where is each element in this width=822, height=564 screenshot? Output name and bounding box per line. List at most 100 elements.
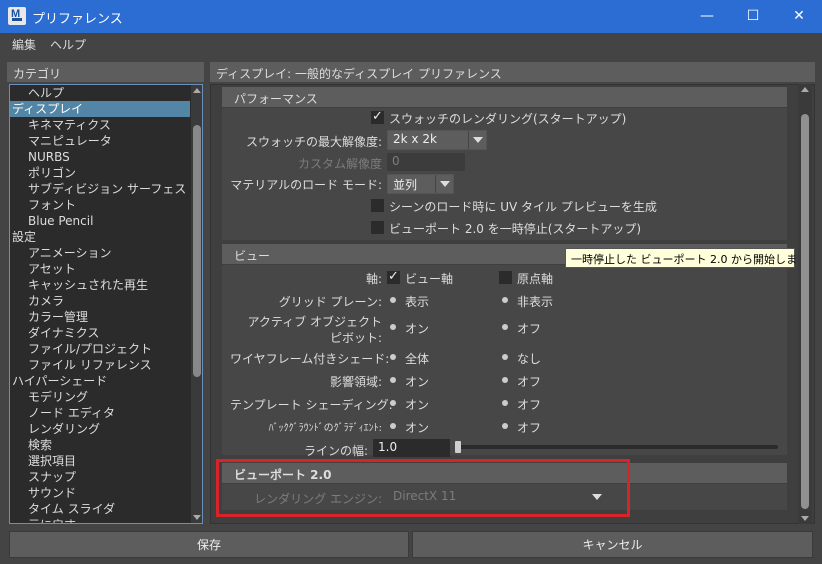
pivot-on-radio[interactable]	[387, 321, 399, 333]
category-item[interactable]: カメラ	[10, 293, 190, 309]
influence-off-label: オフ	[517, 375, 542, 389]
template-off-radio[interactable]	[499, 397, 511, 409]
grid-hide-radio[interactable]	[499, 294, 511, 306]
maximize-button[interactable]: ☐	[730, 0, 776, 33]
category-item[interactable]: 元に戻す	[10, 517, 190, 523]
close-button[interactable]: ✕	[776, 0, 822, 33]
pivot-label-line2: ピボット:	[329, 331, 382, 345]
category-item[interactable]: タイム スライダ	[10, 501, 190, 517]
influence-on-radio[interactable]	[387, 374, 399, 386]
category-item[interactable]: モデリング	[10, 389, 190, 405]
category-item[interactable]: NURBS	[10, 149, 190, 165]
swatch-res-label: スウォッチの最大解像度:	[245, 135, 382, 149]
pivot-off-label: オフ	[517, 322, 542, 336]
grid-show-label: 表示	[405, 295, 430, 309]
template-on-label: オン	[405, 398, 430, 412]
scroll-down-icon[interactable]	[193, 515, 201, 520]
category-item[interactable]: ディスプレイ	[10, 101, 190, 117]
category-item[interactable]: レンダリング	[10, 421, 190, 437]
category-item[interactable]: キャッシュされた再生	[10, 277, 190, 293]
chevron-down-icon	[435, 175, 453, 193]
scroll-down-icon[interactable]	[801, 516, 809, 521]
uv-preview-checkbox[interactable]	[371, 199, 384, 212]
bg-gradient-label: ﾊﾞｯｸｸﾞﾗｳﾝﾄﾞのｸﾞﾗﾃﾞｨｴﾝﾄ:	[268, 423, 382, 434]
gradient-off-radio[interactable]	[499, 420, 511, 432]
minimize-button[interactable]: —	[684, 0, 730, 33]
category-item[interactable]: サウンド	[10, 485, 190, 501]
pivot-on-label: オン	[405, 322, 430, 336]
category-item[interactable]: マニピュレータ	[10, 133, 190, 149]
category-item[interactable]: Blue Pencil	[10, 213, 190, 229]
gradient-on-radio[interactable]	[387, 420, 399, 432]
category-item[interactable]: ノード エディタ	[10, 405, 190, 421]
axis-origin-checkbox[interactable]	[499, 271, 512, 284]
tooltip: 一時停止した ビューポート 2.0 から開始します。	[565, 248, 818, 268]
category-item[interactable]: ポリゴン	[10, 165, 190, 181]
gradient-on-label: オン	[405, 421, 430, 435]
axis-label: 軸:	[365, 272, 382, 286]
category-item[interactable]: カラー管理	[10, 309, 190, 325]
category-item[interactable]: フォント	[10, 197, 190, 213]
save-button[interactable]: 保存	[9, 531, 409, 558]
scroll-up-icon[interactable]	[801, 87, 809, 92]
main-scrollbar[interactable]	[798, 84, 812, 524]
gradient-off-label: オフ	[517, 421, 542, 435]
performance-frame-header[interactable]: パフォーマンス	[222, 87, 787, 107]
swatch-render-checkbox[interactable]	[371, 109, 384, 124]
line-width-slider-track[interactable]	[455, 445, 778, 449]
grid-plane-label: グリッド プレーン:	[278, 295, 382, 309]
category-item[interactable]: スナップ	[10, 469, 190, 485]
categories-scroll-thumb[interactable]	[193, 125, 201, 377]
categories-scrollbar[interactable]	[191, 85, 202, 523]
menu-edit[interactable]: 編集	[12, 36, 36, 53]
pivot-label-line1: アクティブ オブジェクト	[247, 315, 383, 329]
cancel-button[interactable]: キャンセル	[412, 531, 813, 558]
categories-list[interactable]: 元に戻すタイム スライダサウンドスナップ選択項目検索レンダリングノード エディタ…	[9, 84, 203, 524]
grid-show-radio[interactable]	[387, 294, 399, 306]
wireframe-none-label: なし	[517, 352, 542, 366]
category-item[interactable]: アセット	[10, 261, 190, 277]
material-load-dropdown[interactable]: 並列	[387, 174, 454, 194]
template-on-radio[interactable]	[387, 397, 399, 409]
wireframe-all-radio[interactable]	[387, 351, 399, 363]
pause-vp2-label: ビューポート 2.0 を一時停止(スタートアップ)	[389, 222, 642, 236]
line-width-slider-handle[interactable]	[455, 441, 461, 453]
category-item[interactable]: キネマティクス	[10, 117, 190, 133]
main-scroll-thumb[interactable]	[801, 114, 809, 509]
wireframe-none-radio[interactable]	[499, 351, 511, 363]
view-title: ビュー	[234, 249, 271, 263]
category-item[interactable]: 設定	[10, 229, 190, 245]
grid-hide-label: 非表示	[517, 295, 554, 309]
menu-bar: 編集 ヘルプ	[0, 33, 822, 55]
highlight-box	[216, 459, 630, 517]
swatch-render-label: スウォッチのレンダリング(スタートアップ)	[389, 112, 627, 126]
category-item[interactable]: ダイナミクス	[10, 325, 190, 341]
swatch-res-dropdown[interactable]: 2k x 2k	[387, 130, 487, 150]
line-width-field[interactable]: 1.0	[373, 439, 450, 457]
chevron-down-icon	[468, 131, 486, 149]
influence-off-radio[interactable]	[499, 374, 511, 386]
menu-help[interactable]: ヘルプ	[50, 36, 86, 53]
axis-view-checkbox[interactable]	[387, 269, 400, 284]
uv-preview-label: シーンのロード時に UV タイル プレビューを生成	[389, 200, 657, 214]
category-item[interactable]: ファイル/プロジェクト	[10, 341, 190, 357]
category-item[interactable]: 検索	[10, 437, 190, 453]
axis-view-label: ビュー軸	[405, 272, 454, 286]
influence-on-label: オン	[405, 375, 430, 389]
title-bar: M プリファレンス — ☐ ✕	[0, 0, 822, 33]
category-item[interactable]: ファイル リファレンス	[10, 357, 190, 373]
category-item[interactable]: サブディビジョン サーフェス	[10, 181, 190, 197]
performance-title: パフォーマンス	[234, 92, 318, 106]
custom-res-label: カスタム解像度	[297, 157, 382, 171]
custom-res-field[interactable]: 0	[387, 153, 465, 171]
category-item[interactable]: ヘルプ	[10, 85, 190, 101]
category-item[interactable]: アニメーション	[10, 245, 190, 261]
influence-label: 影響領域:	[329, 375, 382, 389]
pause-vp2-checkbox[interactable]	[371, 221, 384, 234]
swatch-res-value: 2k x 2k	[393, 132, 437, 146]
category-item[interactable]: 選択項目	[10, 453, 190, 469]
scroll-up-icon[interactable]	[193, 88, 201, 93]
pivot-off-radio[interactable]	[499, 321, 511, 333]
category-item[interactable]: ハイパーシェード	[10, 373, 190, 389]
maya-app-icon: M	[8, 7, 26, 25]
